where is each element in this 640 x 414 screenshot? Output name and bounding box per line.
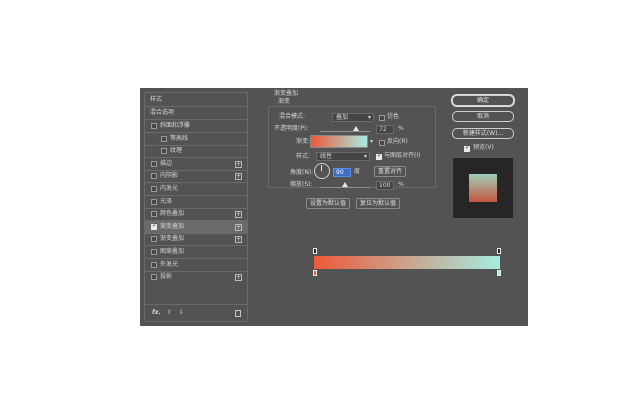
style-label-text: 渐变叠加 [160, 222, 185, 230]
gradient-label: 渐变: [296, 138, 311, 145]
set-default-button[interactable]: 设置为默认值 [306, 198, 350, 209]
angle-dial-needle [321, 165, 322, 171]
new-style-button[interactable]: 新建样式(W)... [452, 128, 514, 139]
style-list-item[interactable]: 颜色叠加 + [145, 208, 247, 222]
style-list-item[interactable]: 描边 + [145, 158, 247, 171]
fx-icon[interactable]: fx. [152, 308, 161, 318]
style-list-item[interactable]: 渐变叠加 + [145, 220, 247, 234]
blend-options-item[interactable]: 混合选项 [150, 108, 174, 118]
angle-unit: 度 [354, 168, 361, 175]
style-checkbox[interactable] [161, 135, 167, 142]
angle-dial[interactable] [314, 163, 330, 179]
reset-align-button[interactable]: 重置对齐 [374, 166, 406, 177]
style-label-text: 光泽 [160, 197, 173, 205]
style-checkbox[interactable] [151, 261, 157, 268]
chevron-down-icon: ▾ [367, 114, 371, 121]
ok-button[interactable]: 确定 [452, 95, 514, 106]
style-checkbox[interactable] [161, 148, 167, 155]
scale-input[interactable]: 100 [376, 181, 394, 190]
color-stop-left[interactable] [313, 270, 317, 276]
style-label-text: 内阴影 [160, 172, 179, 180]
preview-checkbox[interactable] [464, 144, 470, 152]
style-list-item[interactable]: 渐变叠加 + [145, 233, 247, 247]
reset-default-button[interactable]: 复位为默认值 [356, 198, 400, 209]
opacity-slider[interactable] [320, 131, 370, 132]
style-checkbox[interactable] [151, 173, 157, 180]
cancel-button[interactable]: 取消 [452, 111, 514, 122]
reverse-label: 反向(R) [387, 138, 408, 145]
style-label-text: 投影 [160, 273, 173, 281]
style-label-text: 内发光 [160, 185, 179, 192]
angle-label: 角度(N): [290, 169, 314, 176]
trash-icon[interactable] [235, 310, 241, 317]
style-list-item[interactable]: 内发光 [145, 183, 247, 196]
preview-frame [453, 158, 513, 218]
style-list-item[interactable]: 外发光 [145, 259, 247, 272]
blend-mode-label: 混合模式: [279, 113, 306, 120]
opacity-unit: % [398, 125, 404, 132]
color-stop-right[interactable] [497, 270, 501, 276]
move-up-icon[interactable]: ⇧ [167, 308, 172, 318]
scale-label: 缩放(S): [290, 181, 313, 188]
style-list-item[interactable]: 纹理 [145, 145, 247, 159]
opacity-slider-thumb[interactable] [353, 126, 359, 131]
dither-label: 仿色 [387, 113, 400, 120]
gradient-picker[interactable] [310, 135, 368, 148]
move-down-icon[interactable]: ⇩ [179, 308, 184, 318]
style-label: 样式: [296, 153, 311, 160]
styles-panel: 样式 混合选项 斜面和浮雕等高线纹理描边 + 内阴影 + 内发光光泽颜色叠加 + 渐变叠加 +… [144, 92, 248, 322]
angle-input[interactable]: 90 [333, 168, 351, 177]
style-checkbox[interactable] [151, 222, 157, 230]
opacity-input[interactable]: 72 [376, 125, 394, 134]
style-checkbox[interactable] [151, 198, 157, 205]
align-checkbox[interactable] [376, 152, 382, 160]
style-label-text: 描边 [160, 159, 173, 167]
style-label-text: 纹理 [170, 147, 183, 155]
opacity-stop-left[interactable] [313, 248, 317, 254]
styles-header: 样式 [150, 96, 163, 103]
style-list-item[interactable]: 光泽 [145, 196, 247, 209]
style-checkbox[interactable] [151, 236, 157, 243]
style-label-text: 等高线 [170, 134, 189, 142]
scale-slider[interactable] [320, 187, 370, 188]
style-label-text: 斜面和浮雕 [160, 122, 191, 129]
add-icon[interactable]: + [235, 223, 242, 231]
style-list-item[interactable]: 内阴影 + [145, 170, 247, 184]
style-label-text: 图案叠加 [160, 248, 185, 255]
align-label: 与图层对齐(I) [384, 152, 421, 159]
style-list-item[interactable]: 斜面和浮雕 [145, 120, 247, 133]
style-list-item[interactable]: 图案叠加 [145, 246, 247, 259]
style-checkbox[interactable] [151, 186, 157, 192]
add-icon[interactable]: + [235, 211, 242, 219]
style-checkbox[interactable] [151, 249, 157, 255]
scale-slider-thumb[interactable] [342, 182, 348, 187]
opacity-stop-right[interactable] [497, 248, 501, 254]
blend-mode-select[interactable]: 叠加 ▾ [332, 113, 374, 122]
add-icon[interactable]: + [235, 173, 242, 181]
style-label-text: 外发光 [160, 260, 179, 268]
layer-style-dialog: 样式 混合选项 斜面和浮雕等高线纹理描边 + 内阴影 + 内发光光泽颜色叠加 + 渐变叠加 +… [140, 88, 528, 326]
add-icon[interactable]: + [235, 160, 242, 168]
style-list-item[interactable]: 投影 + [145, 271, 247, 284]
add-icon[interactable]: + [235, 274, 242, 282]
style-list-item[interactable]: 等高线 [145, 133, 247, 146]
add-icon[interactable]: + [235, 236, 242, 244]
style-select[interactable]: 线性 ▾ [316, 152, 370, 161]
chevron-down-icon[interactable]: ▾ [370, 137, 373, 147]
dither-checkbox[interactable] [379, 115, 385, 121]
scale-unit: % [398, 181, 404, 188]
reverse-checkbox[interactable] [379, 140, 385, 146]
opacity-label: 不透明度(P): [274, 125, 309, 132]
style-checkbox[interactable] [151, 274, 157, 281]
style-checkbox[interactable] [151, 160, 157, 167]
preview-swatch [469, 174, 497, 202]
preview-label: 预览(V) [473, 144, 494, 151]
chevron-down-icon: ▾ [363, 153, 367, 160]
style-label-text: 颜色叠加 [160, 210, 185, 218]
gradient-editor-bar[interactable] [314, 256, 500, 269]
style-checkbox[interactable] [151, 211, 157, 218]
style-checkbox[interactable] [151, 123, 157, 129]
style-label-text: 渐变叠加 [160, 235, 185, 243]
